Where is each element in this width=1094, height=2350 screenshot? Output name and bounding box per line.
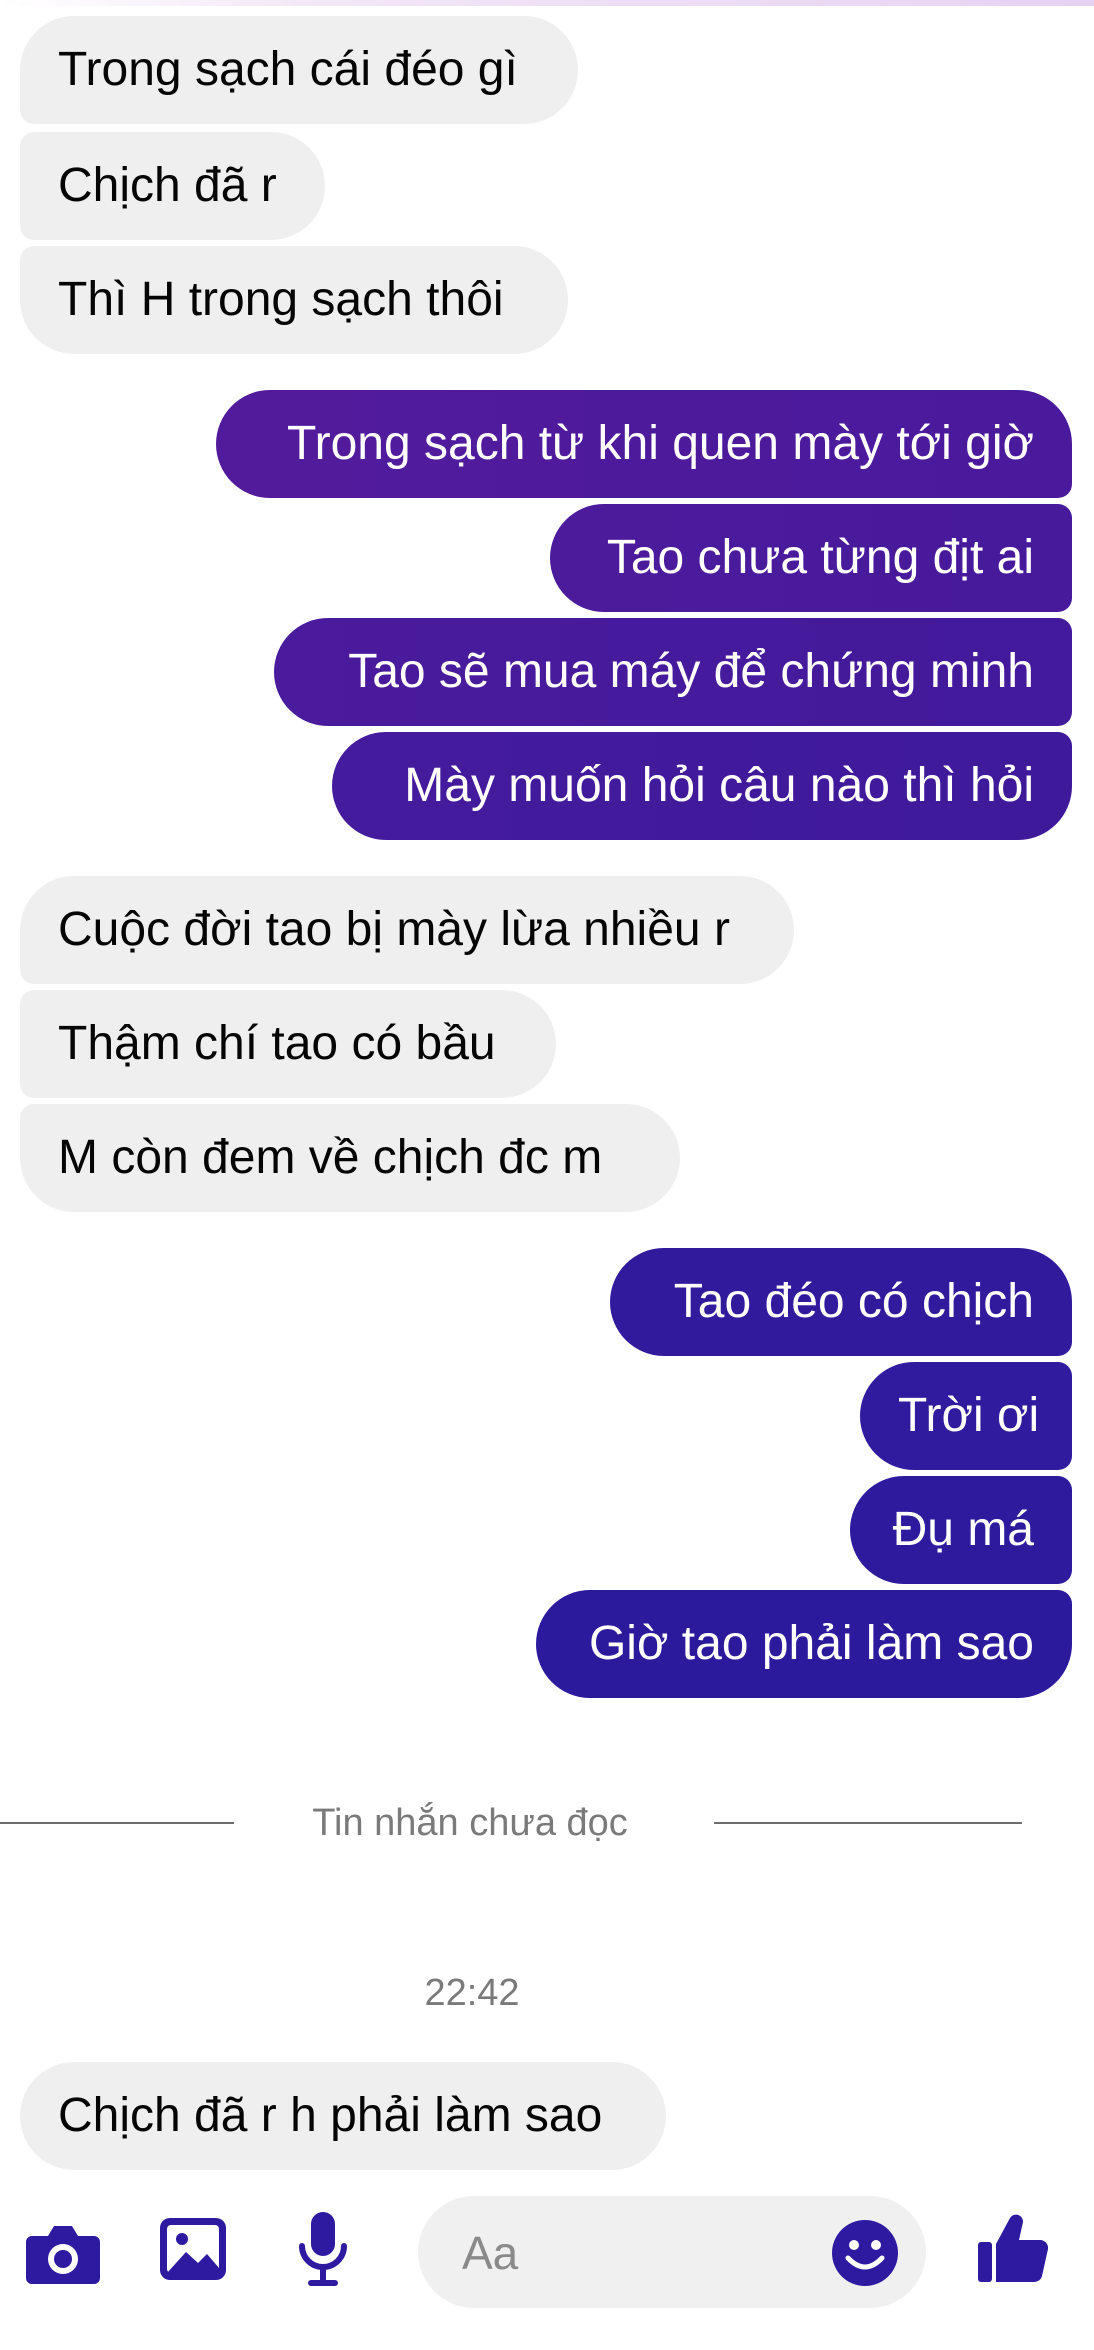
thumbs-up-icon[interactable] xyxy=(976,2212,1050,2286)
message-outgoing[interactable]: Trời ơi xyxy=(860,1362,1072,1470)
message-incoming[interactable]: Chịch đã r h phải làm sao xyxy=(20,2062,666,2170)
message-outgoing[interactable]: Đụ má xyxy=(850,1476,1072,1584)
divider-line-left xyxy=(0,1822,234,1824)
message-input[interactable] xyxy=(460,2196,824,2310)
composer-bar xyxy=(0,2196,1094,2314)
gallery-icon[interactable] xyxy=(158,2216,228,2282)
message-outgoing[interactable]: Mày muốn hỏi câu nào thì hỏi xyxy=(332,732,1072,840)
microphone-icon[interactable] xyxy=(296,2210,350,2290)
message-incoming[interactable]: Cuộc đời tao bị mày lừa nhiều r xyxy=(20,876,794,984)
message-incoming[interactable]: Trong sạch cái đéo gì xyxy=(20,16,578,124)
message-input-container[interactable] xyxy=(418,2196,926,2310)
message-incoming[interactable]: M còn đem về chịch đc m xyxy=(20,1104,680,1212)
message-incoming[interactable]: Thậm chí tao có bầu xyxy=(20,990,556,1098)
divider-line-right xyxy=(714,1822,1022,1824)
camera-icon[interactable] xyxy=(24,2220,102,2286)
message-timestamp: 22:42 xyxy=(424,1972,520,2014)
unread-divider-label: Tin nhắn chưa đọc xyxy=(312,1802,628,1844)
message-outgoing[interactable]: Trong sạch từ khi quen mày tới giờ xyxy=(216,390,1072,498)
message-outgoing[interactable]: Tao sẽ mua máy để chứng minh xyxy=(274,618,1072,726)
message-incoming[interactable]: Thì H trong sạch thôi xyxy=(20,246,568,354)
message-outgoing[interactable]: Tao đéo có chịch xyxy=(610,1248,1072,1356)
message-outgoing[interactable]: Giờ tao phải làm sao xyxy=(536,1590,1072,1698)
emoji-icon[interactable] xyxy=(830,2218,900,2288)
message-incoming[interactable]: Chịch đã r xyxy=(20,132,325,240)
header-gradient-strip xyxy=(0,0,1094,6)
message-outgoing[interactable]: Tao chưa từng địt ai xyxy=(550,504,1072,612)
